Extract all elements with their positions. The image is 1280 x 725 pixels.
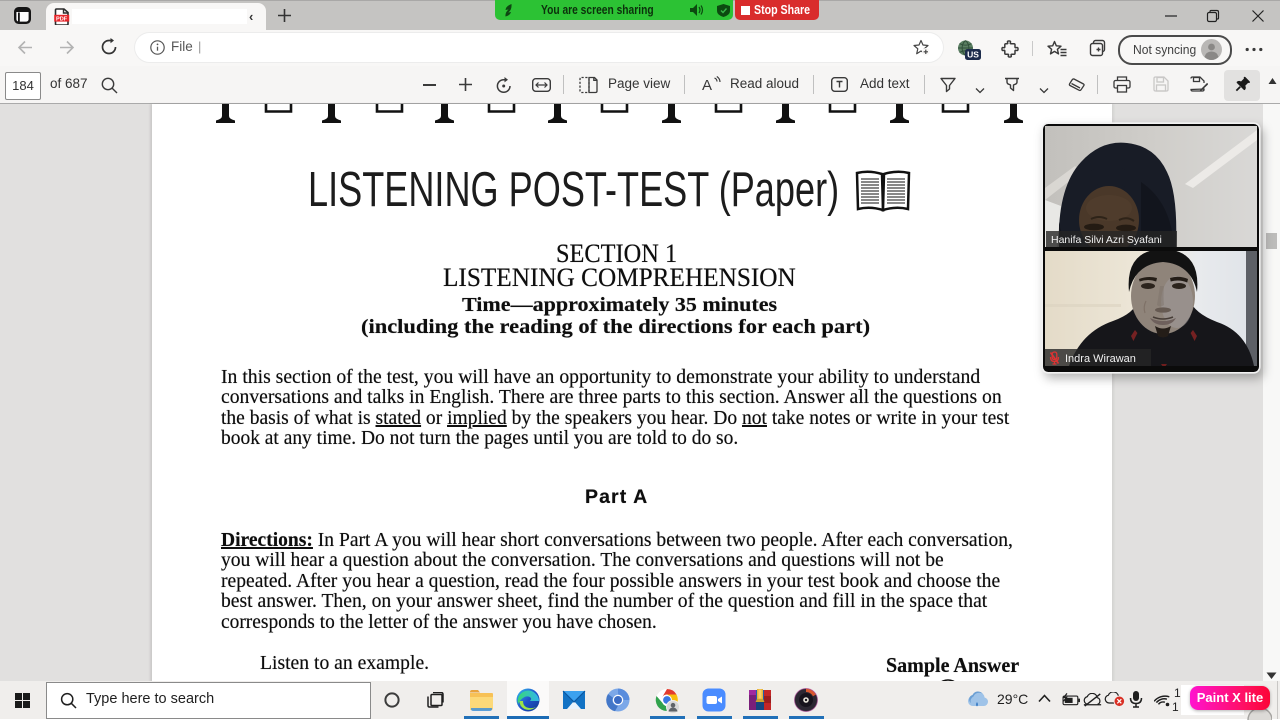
svg-text:US: US xyxy=(967,50,979,60)
svg-text:PDF: PDF xyxy=(56,16,68,22)
svg-text:Hanifa Silvi Azri Syafani: Hanifa Silvi Azri Syafani xyxy=(1051,234,1162,246)
svg-text:A: A xyxy=(702,77,712,94)
svg-text:Indra Wirawan: Indra Wirawan xyxy=(1065,353,1136,365)
